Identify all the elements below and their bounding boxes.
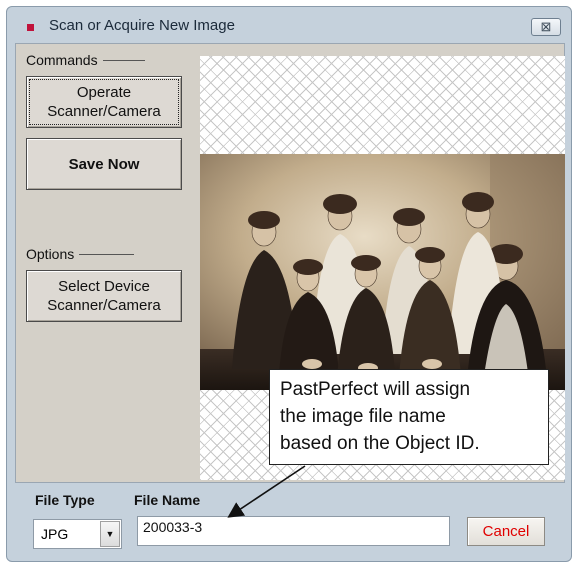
close-button[interactable]: ⊠ bbox=[531, 18, 561, 36]
file-name-label: File Name bbox=[134, 492, 201, 508]
save-now-button[interactable]: Save Now bbox=[26, 138, 182, 190]
window-title: Scan or Acquire New Image bbox=[49, 17, 235, 34]
operate-button-line1: Operate bbox=[76, 84, 132, 101]
file-type-value: JPG bbox=[41, 526, 69, 542]
options-label: Options bbox=[26, 246, 75, 262]
operate-scanner-camera-button[interactable]: Operate Scanner/Camera bbox=[26, 76, 182, 128]
commands-section-label: Commands bbox=[26, 52, 145, 68]
options-section-label: Options bbox=[26, 246, 135, 262]
select-device-button[interactable]: Select Device Scanner/Camera bbox=[26, 270, 182, 322]
app-icon bbox=[27, 24, 34, 31]
select-device-line2: Scanner/Camera bbox=[47, 297, 161, 314]
cancel-button[interactable]: Cancel bbox=[467, 517, 545, 546]
chevron-down-icon[interactable]: ▼ bbox=[100, 521, 120, 547]
cancel-label: Cancel bbox=[482, 523, 530, 540]
file-type-select[interactable]: JPG ▼ bbox=[33, 519, 122, 549]
commands-label: Commands bbox=[26, 52, 98, 68]
close-icon: ⊠ bbox=[540, 19, 552, 34]
callout-line2: the image file name bbox=[280, 406, 446, 427]
commands-divider bbox=[102, 59, 145, 61]
file-name-input[interactable] bbox=[137, 516, 450, 546]
callout-note: PastPerfect will assign the image file n… bbox=[269, 369, 549, 465]
title-bar[interactable]: Scan or Acquire New Image ⊠ bbox=[7, 7, 571, 43]
callout-line3: based on the Object ID. bbox=[280, 433, 480, 454]
group-photo bbox=[200, 154, 565, 390]
save-now-label: Save Now bbox=[68, 155, 140, 173]
options-divider bbox=[79, 253, 135, 255]
select-device-line1: Select Device bbox=[58, 278, 150, 295]
operate-button-line2: Scanner/Camera bbox=[47, 103, 161, 120]
callout-line1: PastPerfect will assign bbox=[280, 379, 471, 400]
file-type-label: File Type bbox=[35, 492, 95, 508]
dialog-window: Scan or Acquire New Image ⊠ Commands Ope… bbox=[6, 6, 572, 562]
